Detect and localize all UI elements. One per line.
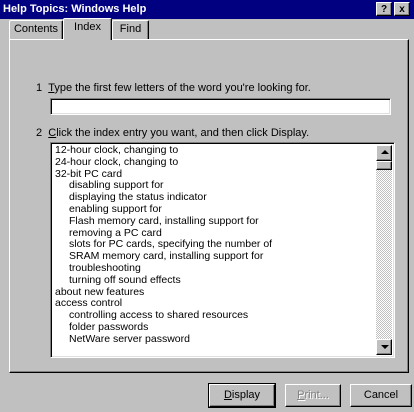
- step2-text: lick the index entry you want, and then …: [56, 127, 310, 139]
- tab-index-label: Index: [74, 21, 101, 33]
- display-label: isplay: [231, 389, 261, 401]
- tab-find[interactable]: Find: [112, 20, 149, 40]
- scroll-up-button[interactable]: [376, 145, 392, 161]
- list-item[interactable]: NetWare server password: [55, 333, 374, 346]
- title-bar: Help Topics: Windows Help ? x: [0, 0, 414, 19]
- scroll-down-button[interactable]: [376, 339, 392, 355]
- arrow-up-icon: [381, 150, 389, 154]
- index-list-items: 12-hour clock, changing to 24-hour clock,…: [55, 144, 374, 346]
- list-item[interactable]: turning off sound effects: [55, 274, 374, 287]
- index-list[interactable]: 12-hour clock, changing to 24-hour clock,…: [50, 142, 395, 358]
- index-tab-panel: 1 Type the first few letters of the word…: [9, 39, 409, 373]
- print-button[interactable]: Print...: [285, 384, 341, 407]
- list-item[interactable]: troubleshooting: [55, 262, 374, 275]
- arrow-down-icon: [381, 345, 389, 349]
- list-item[interactable]: 24-hour clock, changing to: [55, 156, 374, 169]
- keyword-input[interactable]: [50, 98, 391, 115]
- tab-contents[interactable]: Contents: [9, 20, 63, 40]
- list-item[interactable]: folder passwords: [55, 321, 374, 334]
- display-button[interactable]: Display: [208, 383, 276, 408]
- index-scrollbar[interactable]: [376, 145, 392, 355]
- step2-hotkey: C: [48, 127, 57, 139]
- scroll-thumb[interactable]: [376, 161, 392, 170]
- step1-text: ype the first few letters of the word yo…: [54, 82, 311, 94]
- step2-instruction: 2 Click the index entry you want, and th…: [36, 127, 309, 139]
- cancel-button[interactable]: Cancel: [350, 384, 412, 407]
- list-item[interactable]: Flash memory card, installing support fo…: [55, 215, 374, 228]
- print-label: rint...: [304, 389, 329, 401]
- tab-index[interactable]: Index: [63, 18, 112, 40]
- step2-number: 2: [36, 127, 43, 139]
- tab-contents-label: Contents: [13, 23, 59, 35]
- list-item[interactable]: enabling support for: [55, 203, 374, 216]
- help-question-icon[interactable]: ?: [376, 2, 392, 16]
- step1-number: 1: [36, 82, 43, 94]
- step1-instruction: 1 Type the first few letters of the word…: [36, 82, 311, 94]
- window-title: Help Topics: Windows Help: [3, 3, 147, 15]
- tab-find-label: Find: [119, 23, 142, 35]
- close-icon[interactable]: x: [394, 2, 410, 16]
- display-hotkey: D: [223, 389, 232, 401]
